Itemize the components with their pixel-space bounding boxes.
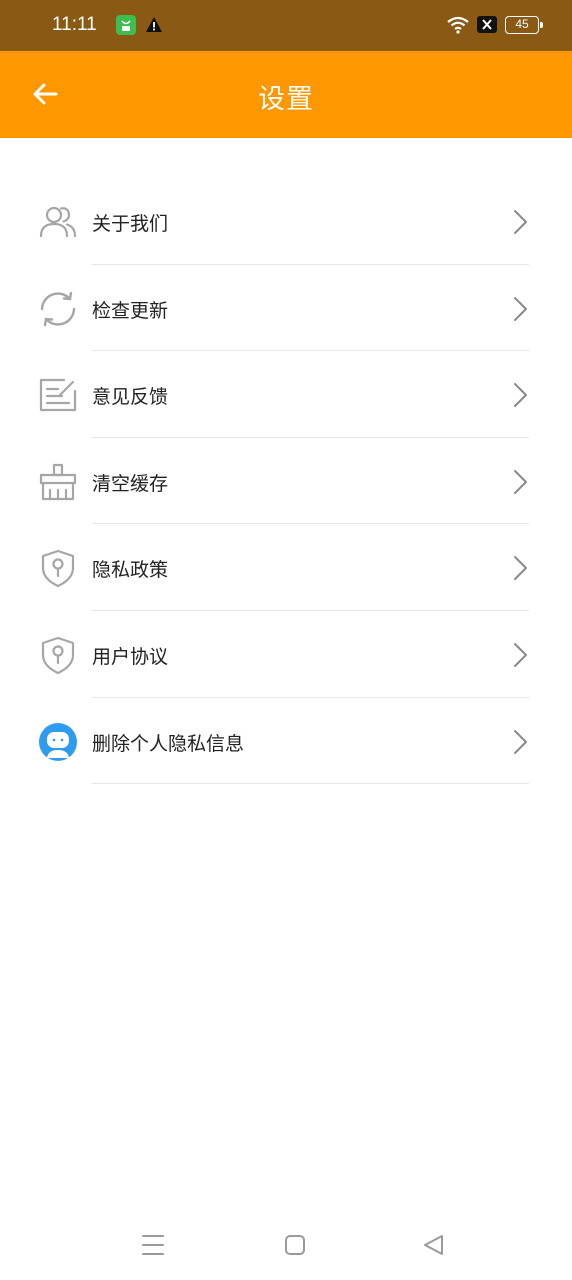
- item-label: 用户协议: [92, 645, 169, 668]
- item-label: 关于我们: [92, 213, 169, 235]
- settings-list: 关于我们 检查更新 意见反馈 清空缓存 隐私政策 用户协议 删除个人隐私信息: [0, 178, 572, 785]
- status-time: 11:11: [52, 14, 97, 35]
- chevron-right-icon: [514, 469, 527, 494]
- settings-item-user-agreement[interactable]: 用户协议: [0, 611, 572, 698]
- page-title: 设置: [258, 84, 314, 115]
- users-icon: [38, 202, 78, 242]
- wifi-icon: [446, 15, 470, 35]
- app-notification-icon: [116, 15, 136, 35]
- chevron-right-icon: [514, 729, 527, 754]
- status-bar: 11:11 45: [0, 0, 572, 51]
- warning-icon: [145, 16, 163, 33]
- agreement-shield-icon: [38, 635, 78, 675]
- privacy-shield-icon: [38, 548, 78, 588]
- mute-icon: [477, 16, 497, 33]
- chevron-right-icon: [514, 296, 527, 321]
- divider: [92, 783, 529, 785]
- battery-icon: 45: [505, 16, 543, 34]
- item-label: 清空缓存: [92, 472, 169, 495]
- chevron-right-icon: [514, 642, 527, 667]
- settings-item-about-us[interactable]: 关于我们: [0, 178, 572, 265]
- item-label: 删除个人隐私信息: [92, 732, 245, 755]
- app-bar: 设置: [0, 51, 572, 138]
- item-label: 检查更新: [92, 299, 169, 322]
- broom-icon: [38, 462, 78, 502]
- system-nav-bar: [0, 1214, 572, 1280]
- menu-icon[interactable]: [140, 1232, 166, 1258]
- refresh-icon: [38, 289, 78, 329]
- chevron-right-icon: [514, 210, 527, 234]
- feedback-icon: [38, 375, 78, 415]
- settings-item-clear-cache[interactable]: 清空缓存: [0, 438, 572, 525]
- settings-item-privacy-policy[interactable]: 隐私政策: [0, 524, 572, 611]
- item-label: 意见反馈: [92, 386, 169, 409]
- settings-item-check-update[interactable]: 检查更新: [0, 265, 572, 352]
- robot-avatar-icon: [38, 722, 78, 762]
- back-triangle-icon[interactable]: [421, 1232, 447, 1258]
- settings-item-feedback[interactable]: 意见反馈: [0, 351, 572, 438]
- item-label: 隐私政策: [92, 559, 169, 582]
- home-icon[interactable]: [282, 1232, 308, 1258]
- settings-item-delete-personal-info[interactable]: 删除个人隐私信息: [0, 698, 572, 785]
- chevron-right-icon: [514, 556, 527, 581]
- chevron-right-icon: [514, 383, 527, 408]
